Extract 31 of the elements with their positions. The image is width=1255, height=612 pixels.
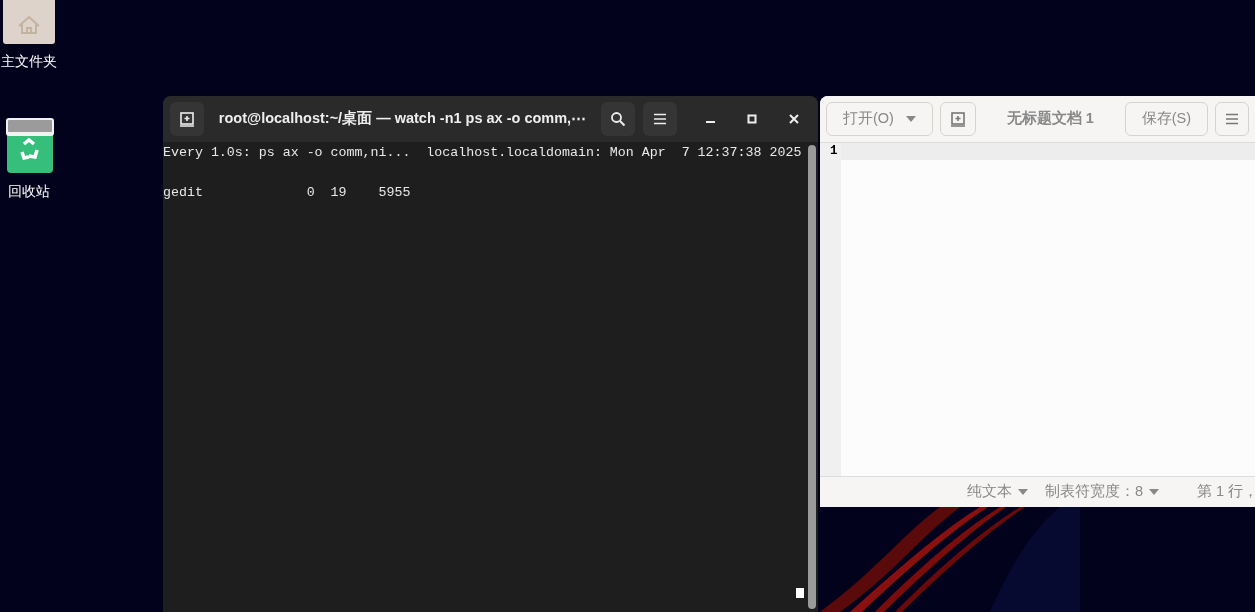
window-title: root@localhost:~/桌面 — watch -n1 ps ax -o comm,⋯: [218, 109, 587, 129]
close-icon: [789, 114, 799, 124]
icon-label: 主文件夹: [0, 52, 57, 71]
search-button[interactable]: [601, 102, 635, 136]
new-tab-button[interactable]: [170, 102, 204, 136]
home-folder-icon[interactable]: [1, 0, 56, 44]
terminal-output-line: gedit 0 19 5955: [163, 184, 411, 202]
save-button[interactable]: 保存(S): [1124, 102, 1208, 136]
dropdown-caret-icon: [1018, 489, 1028, 495]
status-dropdown[interactable]: 纯文本: [967, 481, 1028, 503]
search-icon: [610, 111, 626, 127]
scrollbar[interactable]: [805, 142, 818, 612]
terminal-cursor: [796, 588, 804, 598]
maximize-icon: [747, 114, 757, 124]
dropdown-caret-icon: [1149, 489, 1160, 495]
cursor-position: 第 1 行，: [1197, 482, 1255, 502]
terminal-output-line: Every 1.0s: ps ax -o comm,ni... localhost.localdomain: Mon Apr 7 12:37:38 2025: [163, 144, 802, 162]
icon-label: 回收站: [7, 182, 50, 201]
dropdown-caret-icon: [905, 116, 916, 122]
open-button[interactable]: 打开(O): [826, 102, 933, 136]
menu-button[interactable]: [643, 102, 677, 136]
menu-icon: [653, 113, 667, 125]
minimize-icon: [705, 121, 715, 123]
new-document-button[interactable]: [939, 102, 976, 136]
menu-icon: [1225, 113, 1239, 125]
new-document-icon: [949, 111, 966, 127]
document-title: 无标题文档 1: [1006, 109, 1094, 129]
trash-icon[interactable]: [3, 118, 54, 174]
status-dropdown[interactable]: 制表符宽度：8: [1045, 481, 1160, 503]
line-number: 1: [830, 145, 838, 158]
new-tab-icon: [179, 111, 195, 127]
